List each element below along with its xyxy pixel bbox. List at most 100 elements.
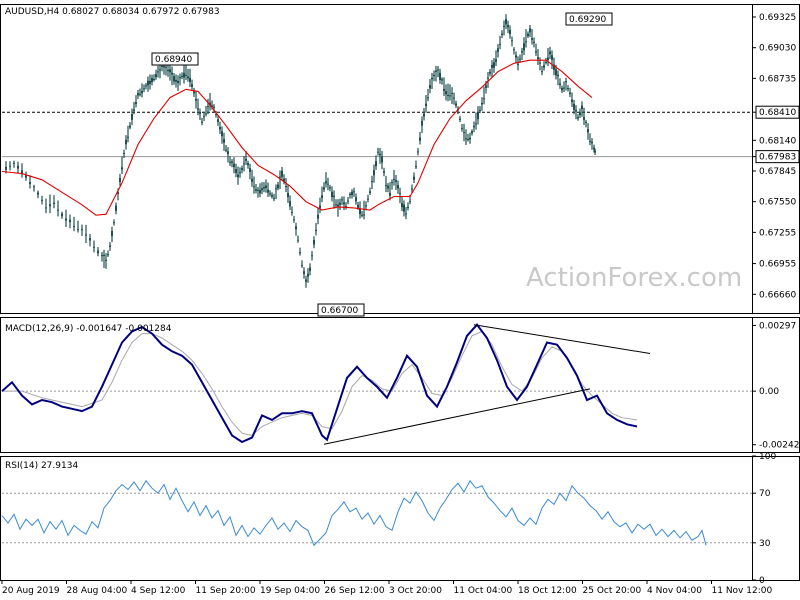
- candle-body: [243, 163, 245, 165]
- price-tick-label: 0.67845: [759, 167, 796, 177]
- candle-body: [415, 166, 417, 168]
- candle-body: [161, 65, 163, 67]
- candle-body: [405, 213, 407, 215]
- candle-body: [197, 108, 199, 110]
- candle-body: [359, 208, 361, 215]
- time-axis: 20 Aug 2019 28 Aug 04:00 4 Sep 12:00 11 Sep…: [1, 580, 772, 596]
- candle-body: [61, 213, 63, 217]
- rsi-tick-label: 70: [759, 489, 771, 499]
- candle-body: [213, 106, 215, 108]
- candle-body: [371, 181, 373, 183]
- candle-body: [477, 112, 479, 120]
- time-tick-label: 3 Oct 20:00: [389, 586, 442, 596]
- candle-body: [257, 189, 259, 191]
- candle-body: [301, 264, 303, 266]
- chart-canvas: 0.69325 0.69030 0.68735 0.68410 0.68140 0.679…: [0, 4, 800, 596]
- time-tick-label: 19 Sep 04:00: [260, 586, 320, 596]
- candle-body: [375, 161, 377, 167]
- time-tick-label: 25 Oct 20:00: [583, 586, 642, 596]
- candle-body: [109, 245, 111, 247]
- candle-body: [295, 226, 297, 230]
- macd-tick-label: 0.00297: [759, 321, 796, 331]
- candle-body: [297, 239, 299, 241]
- candle-body: [425, 103, 427, 107]
- candle-body: [555, 69, 557, 76]
- candle-body: [17, 165, 19, 169]
- candle-body: [127, 136, 129, 138]
- rsi-tick-label: 100: [759, 452, 776, 462]
- rsi-tick-label: 30: [759, 539, 771, 549]
- candle-body: [149, 80, 151, 84]
- candle-body: [569, 92, 571, 95]
- candle-body: [165, 66, 167, 68]
- candle-body: [475, 123, 477, 125]
- candle-body: [335, 204, 337, 206]
- candle-body: [231, 161, 233, 163]
- candle-body: [219, 127, 221, 130]
- candle-body: [233, 163, 235, 168]
- candle-body: [269, 193, 271, 195]
- macd-header: MACD(12,26,9) -0.001647 -0.001284: [5, 324, 172, 334]
- candle-body: [41, 199, 43, 201]
- time-tick-label: 4 Sep 12:00: [131, 586, 186, 596]
- candle-body: [493, 62, 495, 68]
- candle-body: [81, 229, 83, 231]
- candle-body: [317, 214, 319, 219]
- candle-body: [463, 132, 465, 134]
- candle-body: [327, 183, 329, 185]
- candle-body: [5, 166, 7, 170]
- candle-body: [303, 271, 305, 275]
- candle-body: [179, 77, 181, 79]
- level-label: 0.68940: [155, 55, 192, 65]
- candle-body: [365, 205, 367, 207]
- candle-body: [455, 103, 457, 106]
- candle-body: [513, 49, 515, 51]
- candle-body: [77, 229, 79, 231]
- candle-body: [341, 199, 343, 201]
- candle-body: [45, 207, 47, 209]
- candle-body: [287, 193, 289, 198]
- candle-body: [459, 118, 461, 120]
- candle-body: [507, 25, 509, 28]
- candle-body: [575, 109, 577, 112]
- candle-body: [435, 70, 437, 72]
- candle-body: [113, 222, 115, 224]
- candle-body: [551, 55, 553, 60]
- price-candles: [5, 14, 596, 288]
- candle-body: [253, 186, 255, 188]
- candle-body: [145, 85, 147, 87]
- candle-body: [239, 172, 241, 174]
- candle-body: [169, 69, 171, 73]
- price-tick-label: 0.69325: [759, 13, 796, 23]
- candle-body: [195, 98, 197, 101]
- candle-body: [329, 187, 331, 189]
- candle-body: [411, 188, 413, 190]
- candle-body: [53, 202, 55, 204]
- candle-body: [13, 162, 15, 164]
- time-tick-label: 18 Oct 12:00: [518, 586, 577, 596]
- candle-body: [483, 98, 485, 100]
- candle-body: [159, 69, 161, 71]
- candle-body: [535, 51, 537, 53]
- candle-body: [525, 41, 527, 43]
- candle-body: [557, 74, 559, 77]
- candle-body: [487, 77, 489, 79]
- candle-body: [579, 112, 581, 116]
- candle-body: [591, 141, 593, 144]
- candle-body: [581, 105, 583, 110]
- candle-body: [523, 43, 525, 51]
- candle-body: [199, 112, 201, 114]
- candle-body: [469, 137, 471, 140]
- candle-body: [369, 191, 371, 194]
- time-tick-label: 20 Aug 2019: [2, 586, 60, 596]
- candle-body: [49, 204, 51, 207]
- candle-body: [125, 139, 127, 145]
- candle-body: [223, 139, 225, 143]
- candle-body: [545, 61, 547, 63]
- candle-body: [203, 116, 205, 118]
- candle-body: [155, 74, 157, 78]
- price-tick-label: 0.69030: [759, 44, 796, 54]
- candle-body: [191, 84, 193, 87]
- candle-body: [539, 62, 541, 64]
- macd-resistance-trendline: [473, 324, 651, 354]
